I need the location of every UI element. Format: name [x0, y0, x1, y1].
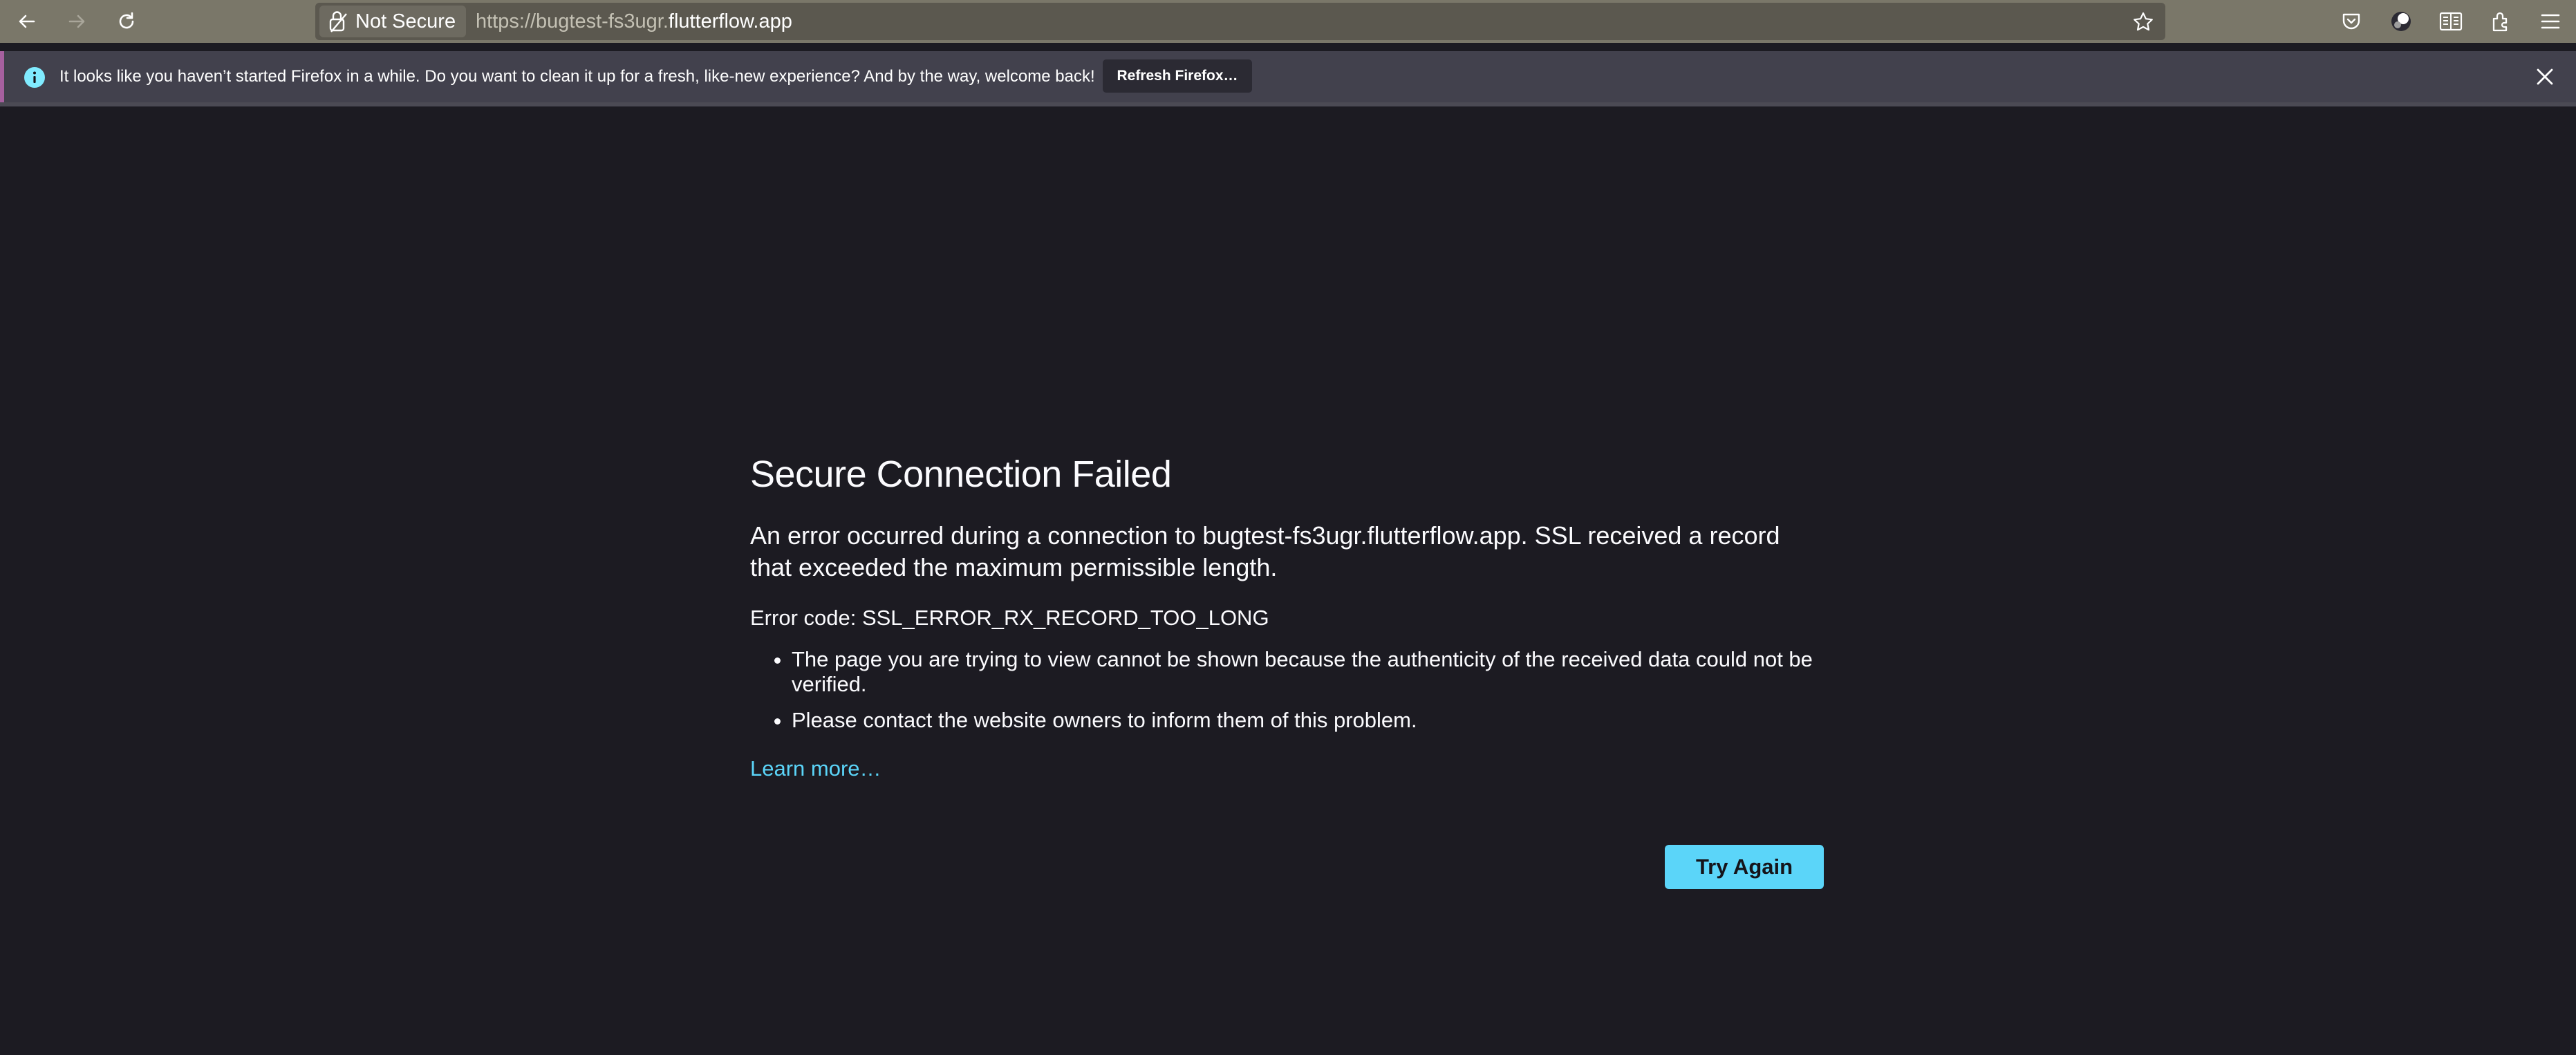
notification-bar: It looks like you haven’t started Firefo… — [0, 51, 2576, 102]
page-title: Secure Connection Failed — [750, 454, 1172, 495]
try-again-button[interactable]: Try Again — [1665, 845, 1824, 889]
url-host: flutterflow.app — [668, 10, 792, 32]
toolbar-divider — [0, 102, 2576, 106]
error-details-list: The page you are trying to view cannot b… — [750, 647, 1824, 733]
site-security-indicator[interactable]: Not Secure — [319, 6, 466, 37]
error-code: Error code: SSL_ERROR_RX_RECORD_TOO_LONG — [750, 606, 1269, 630]
info-icon — [24, 66, 46, 88]
list-item: The page you are trying to view cannot b… — [792, 647, 1824, 697]
menu-icon[interactable] — [2536, 7, 2565, 36]
error-content: Secure Connection Failed An error occurr… — [750, 449, 1824, 781]
notification-message: It looks like you haven’t started Firefo… — [59, 67, 1095, 86]
url-bar[interactable]: Not Secure https://bugtest-fs3ugr.flutte… — [315, 3, 2165, 40]
forward-icon[interactable] — [61, 6, 93, 37]
close-icon[interactable] — [2533, 65, 2557, 88]
browser-toolbar: Not Secure https://bugtest-fs3ugr.flutte… — [0, 0, 2576, 43]
lock-icon — [328, 10, 348, 33]
account-avatar-icon[interactable] — [2387, 7, 2416, 36]
security-label: Not Secure — [355, 10, 456, 32]
learn-more-link[interactable]: Learn more… — [750, 756, 881, 781]
back-icon[interactable] — [11, 6, 43, 37]
url-prefix: https://bugtest-fs3ugr. — [476, 10, 669, 32]
url-text[interactable]: https://bugtest-fs3ugr.flutterflow.app — [476, 3, 792, 40]
reader-view-icon[interactable] — [2436, 7, 2465, 36]
list-item: Please contact the website owners to inf… — [792, 708, 1824, 733]
extensions-icon[interactable] — [2486, 7, 2515, 36]
pocket-icon[interactable] — [2337, 7, 2366, 36]
bookmark-star-icon[interactable] — [2131, 10, 2156, 35]
reload-icon[interactable] — [111, 6, 142, 37]
error-description: An error occurred during a connection to… — [750, 521, 1780, 581]
refresh-firefox-button[interactable]: Refresh Firefox… — [1103, 59, 1252, 93]
